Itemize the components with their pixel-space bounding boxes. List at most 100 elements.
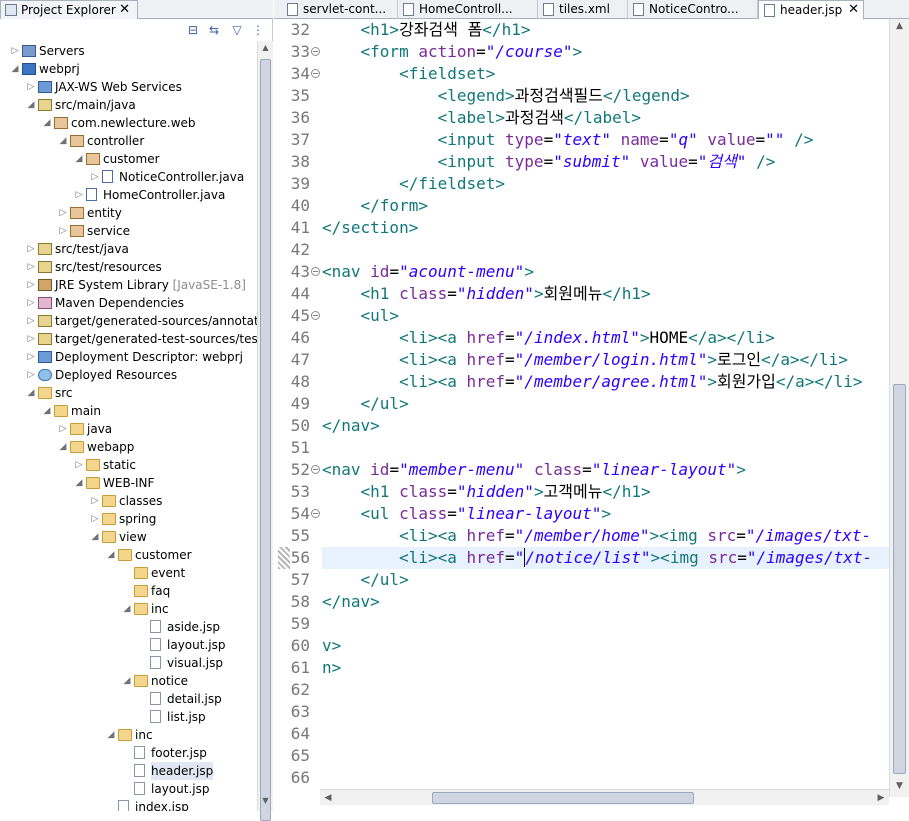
editor-horizontal-scrollbar[interactable]: ◀ ▶ bbox=[320, 789, 889, 805]
code-line[interactable]: n> bbox=[322, 657, 889, 679]
filter-icon[interactable]: ▽ bbox=[229, 22, 245, 38]
collapse-arrow-icon[interactable]: ◢ bbox=[106, 546, 116, 564]
editor-tab[interactable]: tiles.xml bbox=[538, 0, 628, 19]
editor-tab[interactable]: NoticeContro... bbox=[628, 0, 758, 19]
scroll-down-icon[interactable]: ▼ bbox=[890, 781, 909, 795]
collapse-arrow-icon[interactable]: ◢ bbox=[74, 474, 84, 492]
expand-arrow-icon[interactable]: ▷ bbox=[26, 276, 36, 294]
code-line[interactable]: <fieldset> bbox=[322, 63, 889, 85]
code-line[interactable]: <nav id="acount-menu"> bbox=[322, 261, 889, 283]
scroll-down-icon[interactable]: ▼ bbox=[258, 796, 273, 810]
code-line[interactable] bbox=[322, 613, 889, 635]
tree-item-label: HomeController.java bbox=[103, 188, 226, 202]
scroll-thumb[interactable] bbox=[260, 59, 271, 821]
expand-arrow-icon[interactable]: ▷ bbox=[58, 204, 68, 222]
code-line[interactable] bbox=[322, 239, 889, 261]
link-with-editor-icon[interactable]: ⇆ bbox=[206, 22, 222, 38]
editor-tab[interactable]: servlet-cont... bbox=[282, 0, 398, 19]
code-line[interactable]: <li><a href="/member/home"><img src="/im… bbox=[322, 525, 889, 547]
code-line[interactable] bbox=[322, 723, 889, 745]
scroll-thumb[interactable] bbox=[432, 792, 694, 804]
expand-arrow-icon[interactable]: ▷ bbox=[26, 240, 36, 258]
code-line[interactable]: </ul> bbox=[322, 393, 889, 415]
scroll-up-icon[interactable]: ▲ bbox=[890, 21, 909, 35]
expand-arrow-icon[interactable]: ▷ bbox=[26, 312, 36, 330]
view-menu-icon[interactable]: ⋮ bbox=[250, 22, 266, 38]
close-icon[interactable]: ✕ bbox=[848, 1, 859, 19]
collapse-arrow-icon[interactable]: ◢ bbox=[74, 150, 84, 168]
collapse-arrow-icon[interactable]: ◢ bbox=[26, 384, 36, 402]
code-line[interactable]: <h1 class="hidden">회원메뉴</h1> bbox=[322, 283, 889, 305]
code-line[interactable]: <nav id="member-menu" class="linear-layo… bbox=[322, 459, 889, 481]
explorer-vertical-scrollbar[interactable]: ▲ ▼ bbox=[257, 41, 273, 821]
expand-arrow-icon[interactable]: ▷ bbox=[74, 186, 84, 204]
code-line[interactable]: <li><a href="/index.html">HOME</a></li> bbox=[322, 327, 889, 349]
code-line[interactable]: v> bbox=[322, 635, 889, 657]
collapse-arrow-icon[interactable]: ◢ bbox=[42, 402, 52, 420]
expand-arrow-icon[interactable]: ▷ bbox=[90, 510, 100, 528]
close-icon[interactable]: ✕ bbox=[119, 1, 130, 19]
code-line[interactable] bbox=[322, 701, 889, 723]
code-line[interactable] bbox=[322, 679, 889, 701]
code-line[interactable]: <label>과정검색</label> bbox=[322, 107, 889, 129]
code-line[interactable]: </form> bbox=[322, 195, 889, 217]
fold-toggle-icon[interactable]: − bbox=[311, 311, 320, 320]
code-line[interactable]: </nav> bbox=[322, 591, 889, 613]
code-line[interactable]: <li><a href="/member/login.html">로그인</a>… bbox=[322, 349, 889, 371]
code-line[interactable]: <ul class="linear-layout"> bbox=[322, 503, 889, 525]
code-line[interactable] bbox=[322, 767, 889, 789]
collapse-arrow-icon[interactable]: ◢ bbox=[122, 672, 132, 690]
code-editor[interactable]: <h1>강좌검색 폼</h1> <form action="/course"> … bbox=[322, 19, 889, 797]
expand-arrow-icon[interactable]: ▷ bbox=[26, 366, 36, 384]
collapse-arrow-icon[interactable]: ◢ bbox=[58, 438, 68, 456]
fold-toggle-icon[interactable]: − bbox=[311, 69, 320, 78]
expand-arrow-icon[interactable]: ▷ bbox=[74, 456, 84, 474]
scroll-thumb[interactable] bbox=[893, 384, 906, 774]
code-line[interactable]: <legend>과정검색필드</legend> bbox=[322, 85, 889, 107]
editor-vertical-scrollbar[interactable]: ▲ ▼ bbox=[889, 19, 909, 797]
code-line[interactable]: </nav> bbox=[322, 415, 889, 437]
code-line[interactable]: <form action="/course"> bbox=[322, 41, 889, 63]
collapse-arrow-icon[interactable]: ◢ bbox=[42, 114, 52, 132]
fold-toggle-icon[interactable]: − bbox=[311, 465, 320, 474]
collapse-arrow-icon[interactable]: ◢ bbox=[26, 96, 36, 114]
scroll-right-icon[interactable]: ▶ bbox=[874, 790, 888, 806]
fold-toggle-icon[interactable]: − bbox=[311, 47, 320, 56]
expand-arrow-icon[interactable]: ▷ bbox=[90, 492, 100, 510]
fold-toggle-icon[interactable]: − bbox=[311, 509, 320, 518]
code-line[interactable]: </fieldset> bbox=[322, 173, 889, 195]
code-line[interactable]: <input type="text" name="q" value="" /> bbox=[322, 129, 889, 151]
code-line[interactable]: </ul> bbox=[322, 569, 889, 591]
expand-arrow-icon[interactable]: ▷ bbox=[26, 348, 36, 366]
code-line[interactable]: </section> bbox=[322, 217, 889, 239]
fold-toggle-icon[interactable]: − bbox=[311, 267, 320, 276]
editor-tab[interactable]: HomeControll... bbox=[398, 0, 538, 19]
collapse-arrow-icon[interactable]: ◢ bbox=[10, 60, 20, 78]
scroll-left-icon[interactable]: ◀ bbox=[321, 790, 335, 806]
expand-arrow-icon[interactable]: ▷ bbox=[26, 258, 36, 276]
expand-arrow-icon[interactable]: ▷ bbox=[58, 222, 68, 240]
code-line[interactable]: <h1>강좌검색 폼</h1> bbox=[322, 19, 889, 41]
code-line[interactable]: <ul> bbox=[322, 305, 889, 327]
scroll-up-icon[interactable]: ▲ bbox=[258, 43, 273, 57]
expand-arrow-icon[interactable]: ▷ bbox=[58, 420, 68, 438]
code-line[interactable] bbox=[322, 745, 889, 767]
collapse-arrow-icon[interactable]: ◢ bbox=[90, 528, 100, 546]
expand-arrow-icon[interactable]: ▷ bbox=[26, 330, 36, 348]
code-line[interactable]: <h1 class="hidden">고객메뉴</h1> bbox=[322, 481, 889, 503]
code-line[interactable]: <input type="submit" value="검색" /> bbox=[322, 151, 889, 173]
collapse-arrow-icon[interactable]: ◢ bbox=[58, 132, 68, 150]
code-token: <nav bbox=[322, 460, 371, 479]
expand-arrow-icon[interactable]: ▷ bbox=[10, 42, 20, 60]
code-line[interactable] bbox=[322, 437, 889, 459]
code-line[interactable]: <li><a href="/member/agree.html">회원가입</a… bbox=[322, 371, 889, 393]
collapse-all-icon[interactable]: ⊟ bbox=[185, 22, 201, 38]
editor-tab[interactable]: header.jsp ✕ bbox=[758, 0, 864, 20]
expand-arrow-icon[interactable]: ▷ bbox=[26, 294, 36, 312]
expand-arrow-icon[interactable]: ▷ bbox=[26, 78, 36, 96]
project-explorer-tab[interactable]: Project Explorer ✕ bbox=[0, 0, 138, 19]
collapse-arrow-icon[interactable]: ◢ bbox=[106, 726, 116, 744]
expand-arrow-icon[interactable]: ▷ bbox=[90, 168, 100, 186]
code-line[interactable]: <li><a href="/notice/list"><img src="/im… bbox=[322, 547, 889, 569]
collapse-arrow-icon[interactable]: ◢ bbox=[122, 600, 132, 618]
